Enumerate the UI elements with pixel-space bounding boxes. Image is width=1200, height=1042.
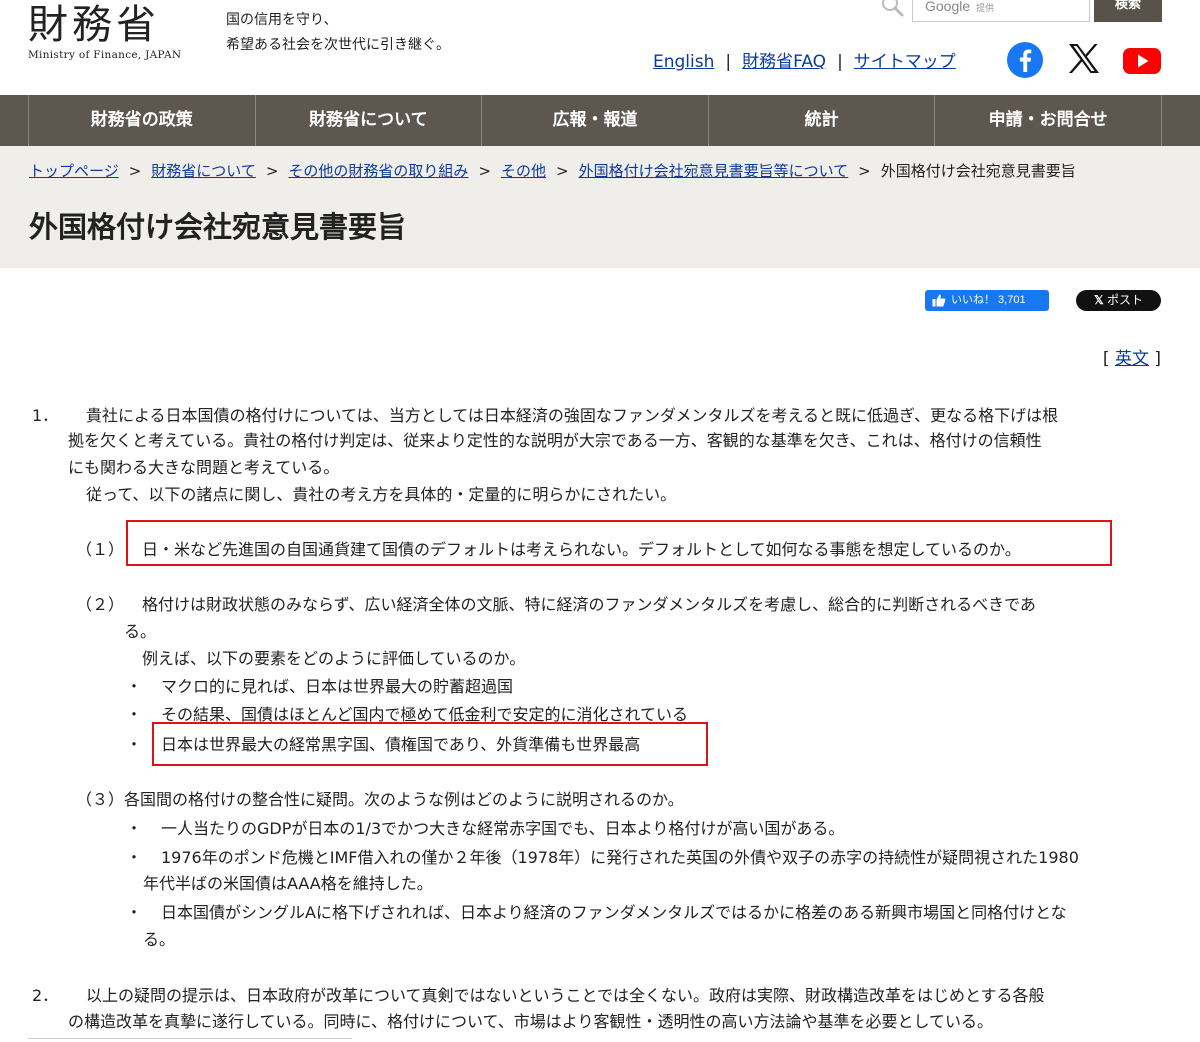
section-3-bullet-3-line-2: る。	[143, 930, 176, 949]
search-input[interactable]: Google 提供	[912, 0, 1090, 22]
site-header: 財務省 Ministry of Finance, JAPAN 国の信用を守り、 …	[0, 0, 1200, 95]
bullet-marker: ・	[126, 819, 143, 838]
utility-links: English | 財務省FAQ | サイトマップ	[653, 52, 956, 72]
bullet-marker: ・	[126, 735, 143, 754]
post-label: ポスト	[1107, 293, 1144, 307]
section-1-text: 日・米など先進国の自国通貨建て国債のデフォルトは考えられない。デフォルトとして如…	[142, 540, 1021, 559]
search-icon	[878, 0, 908, 18]
section-3-bullet-1: 一人当たりのGDPが日本の1/3でかつ大きな経常赤字国でも、日本より格付けが高い…	[161, 819, 845, 838]
breadcrumb-link-other[interactable]: その他	[501, 162, 546, 180]
sitemap-link[interactable]: サイトマップ	[854, 52, 956, 72]
section-3-text: 各国間の格付けの整合性に疑問。次のような例はどのように説明されるのか。	[124, 790, 684, 809]
bullet-marker: ・	[126, 848, 143, 867]
breadcrumb-link-parent[interactable]: 外国格付け会社宛意見書要旨等について	[579, 162, 849, 180]
nav-item-press[interactable]: 広報・報道	[482, 95, 709, 146]
tagline-line-2: 希望ある社会を次世代に引き継ぐ。	[226, 37, 450, 53]
section-1-number: （１）	[76, 540, 125, 559]
nav-item-contact[interactable]: 申請・お問合せ	[935, 95, 1162, 146]
youtube-icon[interactable]	[1122, 41, 1161, 79]
x-post-button[interactable]: 𝕏 ポスト	[1076, 290, 1161, 311]
x-icon[interactable]	[1065, 41, 1103, 79]
section-3-bullet-2-line-1: 1976年のポンド危機とIMF借入れの僅か２年後（1978年）に発行された英国の…	[161, 848, 1079, 867]
section-2-line-1: 格付けは財政状態のみならず、広い経済全体の文脈、特に経済のファンダメンタルズを考…	[142, 595, 1036, 614]
breadcrumb-link-top[interactable]: トップページ	[29, 162, 119, 180]
bullet-marker: ・	[126, 677, 143, 696]
section-2-bullet-1: マクロ的に見れば、日本は世界最大の貯蓄超過国	[161, 677, 514, 696]
paragraph-1-line-4: 従って、以下の諸点に関し、貴社の考え方を具体的・定量的に明らかにされたい。	[86, 485, 677, 504]
tagline-line-1: 国の信用を守り、	[226, 12, 338, 28]
english-version-link[interactable]: 英文	[1115, 349, 1149, 369]
search-brand: Google	[925, 0, 971, 14]
paragraph-1-line-3: にも関わる大きな問題と考えている。	[68, 458, 340, 477]
facebook-like-button[interactable]: いいね！ 3,701	[925, 290, 1049, 311]
paragraph-1-line-2: 拠を欠くと考えている。貴社の格付け判定は、従来より定性的な説明が大宗である一方、…	[68, 431, 1042, 450]
site-logo[interactable]: 財務省 Ministry of Finance, JAPAN	[28, 2, 203, 61]
logo-english: Ministry of Finance, JAPAN	[28, 49, 182, 61]
logo-japanese: 財務省	[28, 2, 160, 48]
paragraph-2-line-1: 以上の疑問の提示は、日本政府が改革について真剣ではないということでは全くない。政…	[86, 986, 1045, 1005]
facebook-icon[interactable]	[1006, 41, 1044, 79]
breadcrumb-link-about[interactable]: 財務省について	[151, 162, 256, 180]
section-3-bullet-3-line-1: 日本国債がシングルAに格下げされれば、日本より経済のファンダメンタルズではるかに…	[161, 903, 1067, 922]
breadcrumb-link-initiatives[interactable]: その他の財務省の取り組み	[288, 162, 468, 180]
section-2-bullet-3: 日本は世界最大の経常黒字国、債権国であり、外貨準備も世界最高	[161, 735, 641, 754]
section-3-number: （３）	[76, 790, 125, 809]
faq-link[interactable]: 財務省FAQ	[742, 52, 826, 72]
section-2-line-2: る。	[124, 622, 157, 641]
breadcrumb-current: 外国格付け会社宛意見書要旨	[880, 162, 1076, 180]
paragraph-1-number: 1．	[32, 406, 59, 425]
nav-item-policy[interactable]: 財務省の政策	[29, 95, 256, 146]
title-band: トップページ > 財務省について > その他の財務省の取り組み > その他 > 外国格付け会社宛…	[0, 146, 1200, 268]
section-2-number: （２）	[76, 595, 125, 614]
english-version: [ 英文 ]	[1102, 349, 1161, 369]
bullet-marker: ・	[126, 705, 143, 724]
thumbs-up-icon	[932, 293, 946, 307]
page-title: 外国格付け会社宛意見書要旨	[29, 210, 407, 244]
search-button[interactable]: 検索	[1094, 0, 1162, 22]
tagline: 国の信用を守り、 希望ある社会を次世代に引き継ぐ。	[226, 8, 450, 58]
x-icon: 𝕏	[1093, 293, 1104, 307]
global-nav: 財務省の政策 財務省について 広報・報道 統計 申請・お問合せ	[0, 95, 1200, 146]
divider	[28, 1038, 352, 1039]
search-brand-sub: 提供	[976, 4, 995, 14]
section-2-line-3: 例えば、以下の要素をどのように評価しているのか。	[142, 649, 526, 668]
site-search: Google 提供 検索	[878, 0, 1162, 22]
like-label: いいね！ 3,701	[951, 294, 1026, 306]
paragraph-2-number: 2．	[32, 986, 59, 1005]
breadcrumb: トップページ > 財務省について > その他の財務省の取り組み > その他 > 外国格付け会社宛…	[29, 162, 1076, 180]
section-3-bullet-2-line-2: 年代半ばの米国債はAAA格を維持した。	[143, 874, 433, 893]
english-site-link[interactable]: English	[653, 52, 714, 72]
paragraph-1-line-1: 貴社による日本国債の格付けについては、当方としては日本経済の強固なファンダメンタ…	[86, 406, 1059, 425]
nav-item-about[interactable]: 財務省について	[256, 95, 483, 146]
bullet-marker: ・	[126, 903, 143, 922]
nav-item-statistics[interactable]: 統計	[709, 95, 936, 146]
paragraph-2-line-2: の構造改革を真摯に遂行している。同時に、格付けについて、市場はより客観性・透明性…	[68, 1012, 993, 1031]
